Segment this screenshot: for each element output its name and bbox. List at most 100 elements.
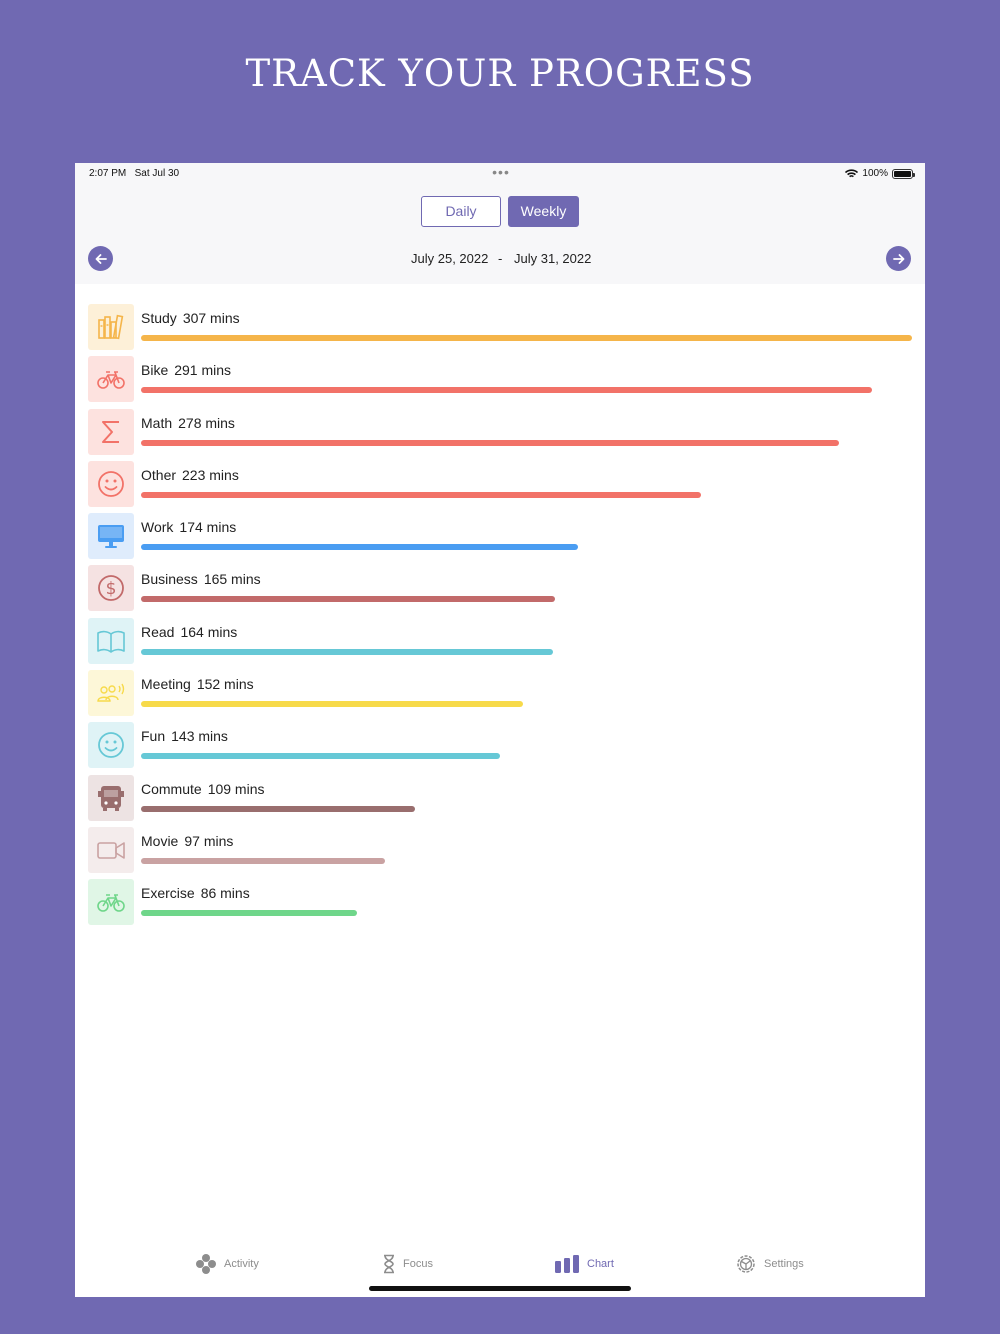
bar (141, 596, 556, 603)
status-time: 2:07 PM (89, 168, 127, 179)
category-label: Exercise 86 mins (141, 885, 250, 901)
chart-row[interactable]: Math 278 mins (75, 408, 925, 460)
category-label: Read 164 mins (141, 624, 237, 640)
tab-bar: Activity Focus Chart Settings (75, 1251, 925, 1281)
category-label: Business 165 mins (141, 571, 261, 587)
category-tile (88, 879, 134, 926)
smiley-icon (98, 470, 124, 497)
home-indicator[interactable] (369, 1286, 631, 1291)
chart-row[interactable]: Study 307 mins (75, 303, 925, 355)
category-tile (88, 774, 134, 821)
category-tile (88, 826, 134, 873)
next-week-button[interactable] (886, 246, 911, 271)
bar (141, 439, 840, 446)
bar-track (141, 910, 912, 917)
category-value: 109 mins (207, 780, 265, 797)
smiley-icon (98, 732, 124, 759)
arrow-right-icon (892, 253, 904, 264)
tab-chart[interactable]: Chart (554, 1251, 614, 1277)
category-label: Other 223 mins (141, 467, 239, 483)
chart-row[interactable]: $ Business 165 mins (75, 564, 925, 616)
bar (141, 701, 523, 708)
chart-row[interactable]: Exercise 86 mins (75, 878, 925, 930)
category-tile (88, 670, 134, 717)
bar-track (141, 544, 912, 551)
category-tile: $ (88, 565, 134, 612)
dots-cluster-icon (196, 1254, 216, 1274)
category-name: Business (141, 571, 198, 588)
bus-icon (98, 785, 124, 811)
category-name: Fun (141, 728, 166, 745)
chart-row[interactable]: Movie 97 mins (75, 826, 925, 878)
chart-row[interactable]: Meeting 152 mins (75, 669, 925, 721)
tab-activity[interactable]: Activity (195, 1251, 259, 1277)
bicycle-icon (97, 894, 125, 913)
category-name: Bike (141, 362, 169, 379)
bar-track (141, 857, 912, 864)
chart-row[interactable]: Work 174 mins (75, 512, 925, 564)
meeting-icon (97, 683, 125, 702)
multitasking-dots-icon[interactable]: ••• (491, 165, 511, 181)
bar (141, 805, 415, 812)
category-tile (88, 356, 134, 403)
bar-track (141, 596, 912, 603)
category-value: 152 mins (196, 676, 254, 693)
category-label: Meeting 152 mins (141, 676, 254, 692)
bar (141, 753, 501, 760)
category-tile (88, 304, 134, 350)
wifi-icon (845, 169, 859, 178)
segment-daily[interactable]: Daily (421, 196, 501, 227)
bar (141, 491, 702, 498)
tab-settings[interactable]: Settings (735, 1251, 804, 1277)
bar (141, 544, 578, 551)
chart-row[interactable]: Bike 291 mins (75, 355, 925, 407)
activity-bar-chart: Study 307 mins Bike 291 mins Math 278 mins Oth… (75, 303, 925, 931)
gear-icon (737, 1255, 755, 1273)
category-name: Exercise (141, 885, 195, 902)
status-time-date: 2:07 PM Sat Jul 30 (89, 167, 179, 181)
bar-track (141, 648, 912, 655)
category-label: Movie 97 mins (141, 833, 233, 849)
category-name: Movie (141, 832, 179, 849)
category-value: 223 mins (182, 466, 239, 483)
category-label: Fun 143 mins (141, 728, 228, 744)
category-value: 291 mins (174, 362, 232, 379)
range-start: July 25, 2022 (411, 251, 489, 266)
status-date: Sat Jul 30 (134, 168, 180, 179)
category-label: Math 278 mins (141, 415, 235, 431)
tab-focus[interactable]: Focus (382, 1251, 433, 1277)
category-value: 278 mins (178, 414, 235, 431)
category-value: 307 mins (182, 310, 240, 326)
bar (141, 648, 553, 655)
hourglass-icon (384, 1254, 394, 1274)
range-end: July 31, 2022 (514, 251, 592, 266)
segment-weekly[interactable]: Weekly (508, 196, 579, 227)
video-camera-icon (97, 842, 125, 859)
bar-chart-icon (555, 1255, 579, 1273)
chart-row[interactable]: Read 164 mins (75, 617, 925, 669)
bar (141, 335, 912, 341)
category-value: 174 mins (179, 519, 237, 536)
bar-track (141, 439, 912, 446)
category-name: Math (141, 414, 173, 431)
bar (141, 910, 357, 917)
category-name: Commute (141, 780, 202, 797)
category-label: Study 307 mins (141, 310, 240, 326)
category-tile (88, 617, 134, 664)
tab-chart-label: Chart (587, 1258, 614, 1270)
dollar-icon: $ (98, 575, 124, 602)
category-tile (88, 460, 134, 507)
chart-row[interactable]: Other 223 mins (75, 460, 925, 512)
chart-row[interactable]: Commute 109 mins (75, 774, 925, 826)
chart-row[interactable]: Fun 143 mins (75, 721, 925, 773)
bar-track (141, 387, 912, 394)
app-screen: 2:07 PM Sat Jul 30 ••• 100% Daily Weekly… (75, 163, 925, 1297)
bar (141, 387, 872, 394)
category-name: Work (141, 519, 174, 536)
category-name: Read (141, 623, 175, 640)
category-tile (88, 722, 134, 769)
bar-track (141, 335, 912, 341)
category-name: Meeting (141, 676, 191, 693)
monitor-icon (98, 525, 124, 549)
bar-track (141, 701, 912, 708)
